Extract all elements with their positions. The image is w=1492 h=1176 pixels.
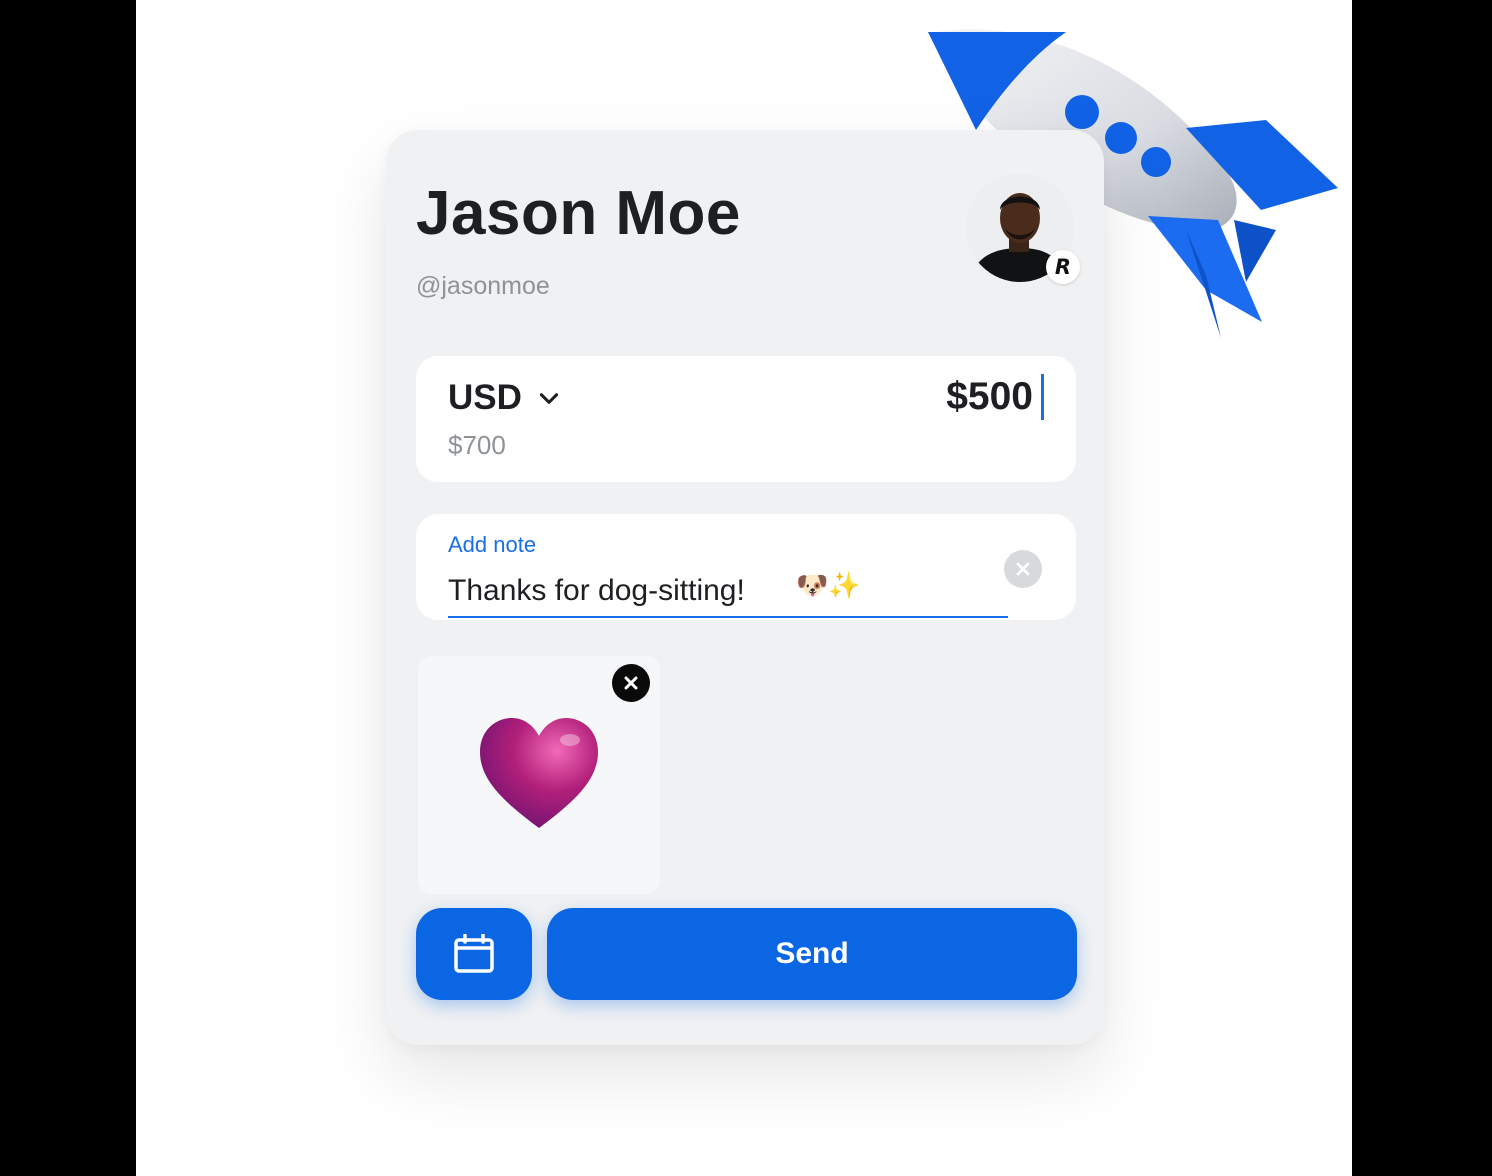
note-emoji: 🐶✨ (796, 570, 861, 600)
calendar-icon (454, 934, 494, 973)
currency-code: USD (448, 378, 522, 417)
close-icon (624, 676, 638, 690)
note-input[interactable] (448, 566, 1008, 618)
amount-input[interactable]: $500 (946, 374, 1044, 420)
recipient-handle: @jasonmoe (416, 272, 550, 300)
send-button[interactable]: Send (547, 908, 1077, 1000)
chevron-down-icon (539, 393, 559, 404)
text-cursor (1041, 374, 1044, 420)
converted-amount: $700 (448, 430, 506, 460)
remove-attachment-button[interactable] (612, 664, 650, 702)
page-canvas: Jason Moe @jasonmoe R USD $700 $500 Add … (136, 0, 1352, 1176)
brand-badge: R (1046, 250, 1080, 284)
amount-value: $500 (946, 375, 1033, 418)
recipient-name: Jason Moe (416, 179, 741, 248)
note-field: Add note 🐶✨ (416, 514, 1076, 620)
amount-field[interactable]: USD $700 $500 (416, 356, 1076, 482)
recipient-avatar[interactable]: R (966, 174, 1080, 284)
heart-icon (480, 718, 598, 828)
schedule-button[interactable] (416, 908, 532, 1000)
note-label: Add note (448, 532, 537, 557)
close-icon (1016, 562, 1030, 576)
send-money-card: Jason Moe @jasonmoe R USD $700 $500 Add … (386, 130, 1104, 1045)
clear-note-button[interactable] (1004, 550, 1042, 588)
attachment-tile[interactable] (418, 656, 660, 894)
currency-selector[interactable]: USD (448, 378, 562, 418)
